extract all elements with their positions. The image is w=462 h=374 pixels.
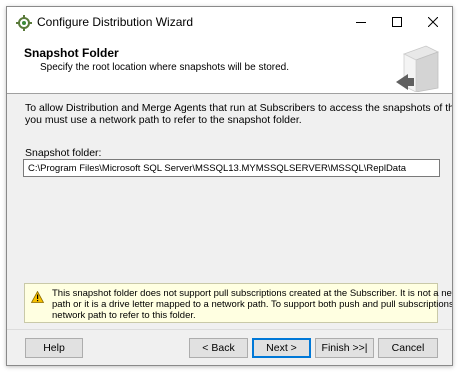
maximize-icon: [392, 17, 402, 27]
server-icon: [396, 45, 440, 92]
intro-text: To allow Distribution and Merge Agents t…: [25, 102, 452, 126]
close-icon: [428, 17, 438, 27]
cancel-button[interactable]: Cancel: [378, 338, 438, 358]
help-button[interactable]: Help: [25, 338, 83, 358]
warning-text: This snapshot folder does not support pu…: [52, 288, 453, 321]
page-subtitle: Specify the root location where snapshot…: [40, 62, 290, 73]
footer-divider: [7, 329, 452, 330]
intro-line-1: To allow Distribution and Merge Agents t…: [25, 102, 452, 114]
wizard-header: Snapshot Folder Specify the root locatio…: [7, 37, 452, 94]
back-button[interactable]: < Back: [189, 338, 248, 358]
warning-line-3: network path to refer to this folder.: [52, 310, 196, 321]
intro-line-2: you must use a network path to refer to …: [25, 114, 302, 126]
warning-box: This snapshot folder does not support pu…: [24, 283, 453, 323]
snapshot-folder-input[interactable]: [23, 159, 440, 177]
minimize-button[interactable]: [343, 7, 379, 37]
page-title: Snapshot Folder: [24, 46, 119, 60]
close-button[interactable]: [415, 7, 451, 37]
minimize-icon: [356, 22, 366, 23]
next-button[interactable]: Next >: [252, 338, 311, 358]
window-title: Configure Distribution Wizard: [37, 15, 194, 29]
wizard-window: Configure Distribution Wizard Snapshot F…: [6, 6, 453, 366]
warning-line-1: This snapshot folder does not support pu…: [52, 288, 453, 299]
title-bar: Configure Distribution Wizard: [7, 7, 452, 37]
maximize-button[interactable]: [379, 7, 415, 37]
wizard-app-icon: [16, 15, 32, 31]
finish-button[interactable]: Finish >>|: [315, 338, 374, 358]
warning-icon: [31, 291, 44, 303]
snapshot-folder-label: Snapshot folder:: [25, 147, 102, 159]
warning-line-2: path or it is a drive letter mapped to a…: [52, 299, 453, 310]
